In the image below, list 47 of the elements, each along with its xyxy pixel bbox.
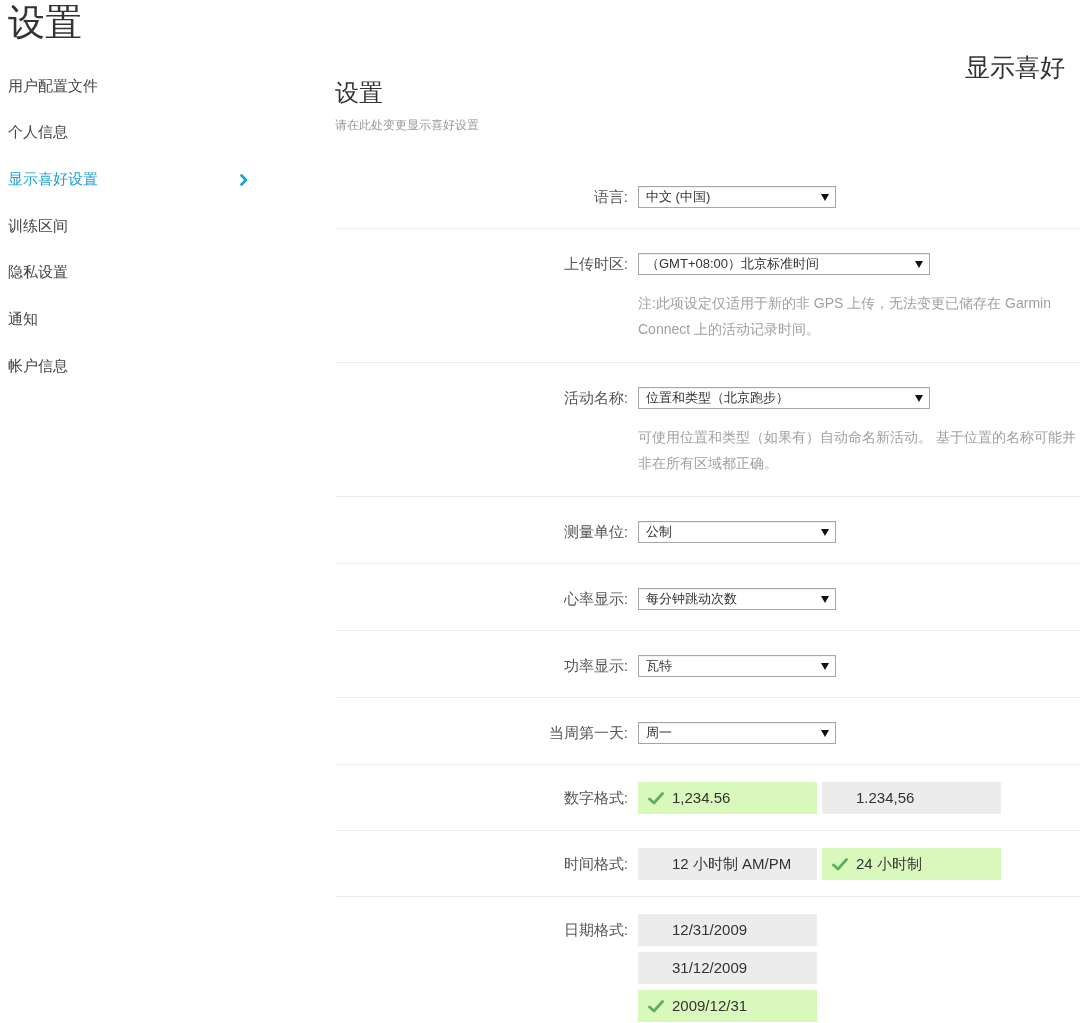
caret-icon	[821, 528, 829, 536]
check-icon	[648, 791, 664, 805]
help-text: 注:此项设定仅适用于新的非 GPS 上传，无法变更已储存在 Garmin Connect 上的活动记录时间。	[638, 294, 1053, 339]
field-label: 功率显示:	[562, 656, 628, 676]
option-button[interactable]: 1.234,56	[822, 782, 1001, 814]
dropdown[interactable]: 公制	[638, 521, 836, 543]
page-header: 显示喜好	[965, 52, 1065, 82]
sidebar-item[interactable]: 帐户信息	[0, 342, 250, 390]
sidebar-item[interactable]: 个人信息	[0, 109, 250, 157]
caret-icon	[915, 394, 923, 402]
sidebar-item[interactable]: 隐私设置	[0, 249, 250, 297]
field-label: 上传时区:	[562, 254, 628, 274]
dropdown[interactable]: （GMT+08:00）北京标准时间	[638, 253, 930, 275]
check-icon	[648, 999, 664, 1013]
caret-icon	[821, 729, 829, 737]
help-text: 可使用位置和类型（如果有）自动命名新活动。 基于位置的名称可能并非在所有区域都正确。	[638, 428, 1077, 473]
caret-icon	[821, 595, 829, 603]
field-label: 日期格式:	[562, 920, 628, 940]
dropdown[interactable]: 周一	[638, 722, 836, 744]
field-label: 时间格式:	[562, 854, 628, 874]
option-button[interactable]: 12/31/2009	[638, 914, 817, 946]
sidebar-item[interactable]: 通知	[0, 296, 250, 343]
caret-icon	[915, 260, 923, 268]
section-subtitle: 请在此处变更显示喜好设置	[335, 117, 479, 133]
caret-icon	[821, 662, 829, 670]
sidebar-item[interactable]: 用户配置文件	[0, 63, 250, 110]
field-label: 测量单位:	[562, 522, 628, 542]
field-label: 活动名称:	[562, 388, 628, 408]
field-label: 语言:	[592, 187, 628, 207]
option-button[interactable]: 31/12/2009	[638, 952, 817, 984]
dropdown[interactable]: 位置和类型（北京跑步）	[638, 387, 930, 409]
option-button[interactable]: 2009/12/31	[638, 990, 817, 1022]
option-button[interactable]: 12 小时制 AM/PM	[638, 848, 817, 880]
field-label: 当周第一天:	[547, 723, 628, 743]
dropdown[interactable]: 中文 (中国)	[638, 186, 836, 208]
dropdown[interactable]: 瓦特	[638, 655, 836, 677]
dropdown[interactable]: 每分钟跳动次数	[638, 588, 836, 610]
check-icon	[832, 857, 848, 871]
section-title: 设置	[335, 79, 384, 107]
sidebar-item[interactable]: 训练区间	[0, 202, 250, 250]
option-button[interactable]: 24 小时制	[822, 848, 1001, 880]
page-title: 设置	[7, 1, 82, 45]
option-button[interactable]: 1,234.56	[638, 782, 817, 814]
chevron-right-icon	[240, 173, 248, 186]
caret-icon	[821, 193, 829, 201]
field-label: 数字格式:	[562, 788, 628, 808]
field-label: 心率显示:	[562, 589, 628, 609]
